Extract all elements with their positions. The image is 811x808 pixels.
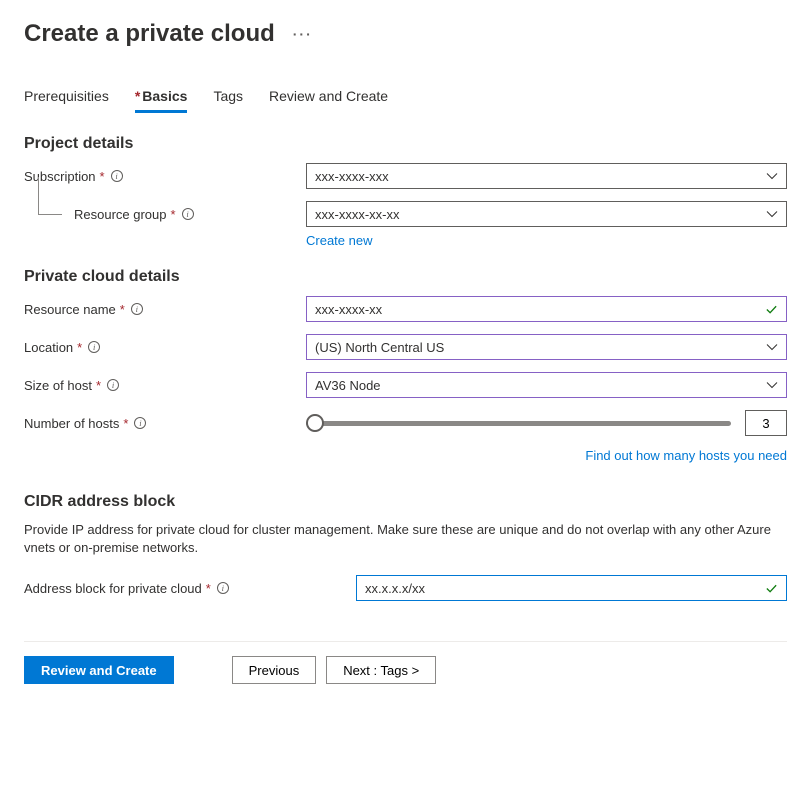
num-hosts-slider[interactable]	[306, 414, 731, 432]
resource-group-select[interactable]: xxx-xxxx-xx-xx	[306, 201, 787, 227]
tab-tags[interactable]: Tags	[213, 88, 243, 113]
next-button[interactable]: Next : Tags >	[326, 656, 436, 684]
create-new-resource-group-link[interactable]: Create new	[306, 233, 372, 248]
info-icon[interactable]: i	[107, 379, 119, 391]
required-indicator: *	[100, 169, 105, 184]
num-hosts-label: Number of hosts * i	[24, 416, 306, 431]
host-size-label: Size of host * i	[24, 378, 306, 393]
chevron-down-icon	[766, 170, 778, 182]
info-icon[interactable]: i	[134, 417, 146, 429]
info-icon[interactable]: i	[111, 170, 123, 182]
valid-check-icon	[765, 582, 778, 595]
resource-group-label: Resource group * i	[24, 207, 306, 222]
required-indicator: *	[120, 302, 125, 317]
host-size-select[interactable]: AV36 Node	[306, 372, 787, 398]
tree-connector	[38, 177, 62, 215]
required-indicator: *	[171, 207, 176, 222]
required-indicator: *	[77, 340, 82, 355]
slider-thumb[interactable]	[306, 414, 324, 432]
required-indicator: *	[96, 378, 101, 393]
location-select[interactable]: (US) North Central US	[306, 334, 787, 360]
tab-prerequisites[interactable]: Prerequisities	[24, 88, 109, 113]
required-indicator: *	[123, 416, 128, 431]
subscription-select[interactable]: xxx-xxxx-xxx	[306, 163, 787, 189]
tab-basics[interactable]: *Basics	[135, 88, 188, 113]
subscription-label: Subscription * i	[24, 169, 306, 184]
cidr-description: Provide IP address for private cloud for…	[24, 521, 787, 557]
required-indicator: *	[206, 581, 211, 596]
private-cloud-heading: Private cloud details	[24, 268, 787, 286]
more-actions-button[interactable]: ···	[293, 26, 313, 42]
cidr-heading: CIDR address block	[24, 493, 787, 511]
tabs: Prerequisities *Basics Tags Review and C…	[24, 88, 787, 113]
resource-name-label: Resource name * i	[24, 302, 306, 317]
previous-button[interactable]: Previous	[232, 656, 317, 684]
review-and-create-button[interactable]: Review and Create	[24, 656, 174, 684]
tab-review[interactable]: Review and Create	[269, 88, 388, 113]
address-block-input[interactable]: xx.x.x.x/xx	[356, 575, 787, 601]
num-hosts-input[interactable]	[745, 410, 787, 436]
info-icon[interactable]: i	[217, 582, 229, 594]
location-label: Location * i	[24, 340, 306, 355]
page-title-text: Create a private cloud	[24, 20, 275, 48]
address-block-label: Address block for private cloud * i	[24, 581, 356, 596]
chevron-down-icon	[766, 379, 778, 391]
project-details-heading: Project details	[24, 135, 787, 153]
info-icon[interactable]: i	[88, 341, 100, 353]
chevron-down-icon	[766, 208, 778, 220]
page-title: Create a private cloud ···	[24, 20, 787, 48]
footer-actions: Review and Create Previous Next : Tags >	[24, 641, 787, 684]
info-icon[interactable]: i	[182, 208, 194, 220]
hosts-help-link[interactable]: Find out how many hosts you need	[585, 448, 787, 463]
valid-check-icon	[765, 303, 778, 316]
resource-name-input[interactable]: xxx-xxxx-xx	[306, 296, 787, 322]
chevron-down-icon	[766, 341, 778, 353]
info-icon[interactable]: i	[131, 303, 143, 315]
